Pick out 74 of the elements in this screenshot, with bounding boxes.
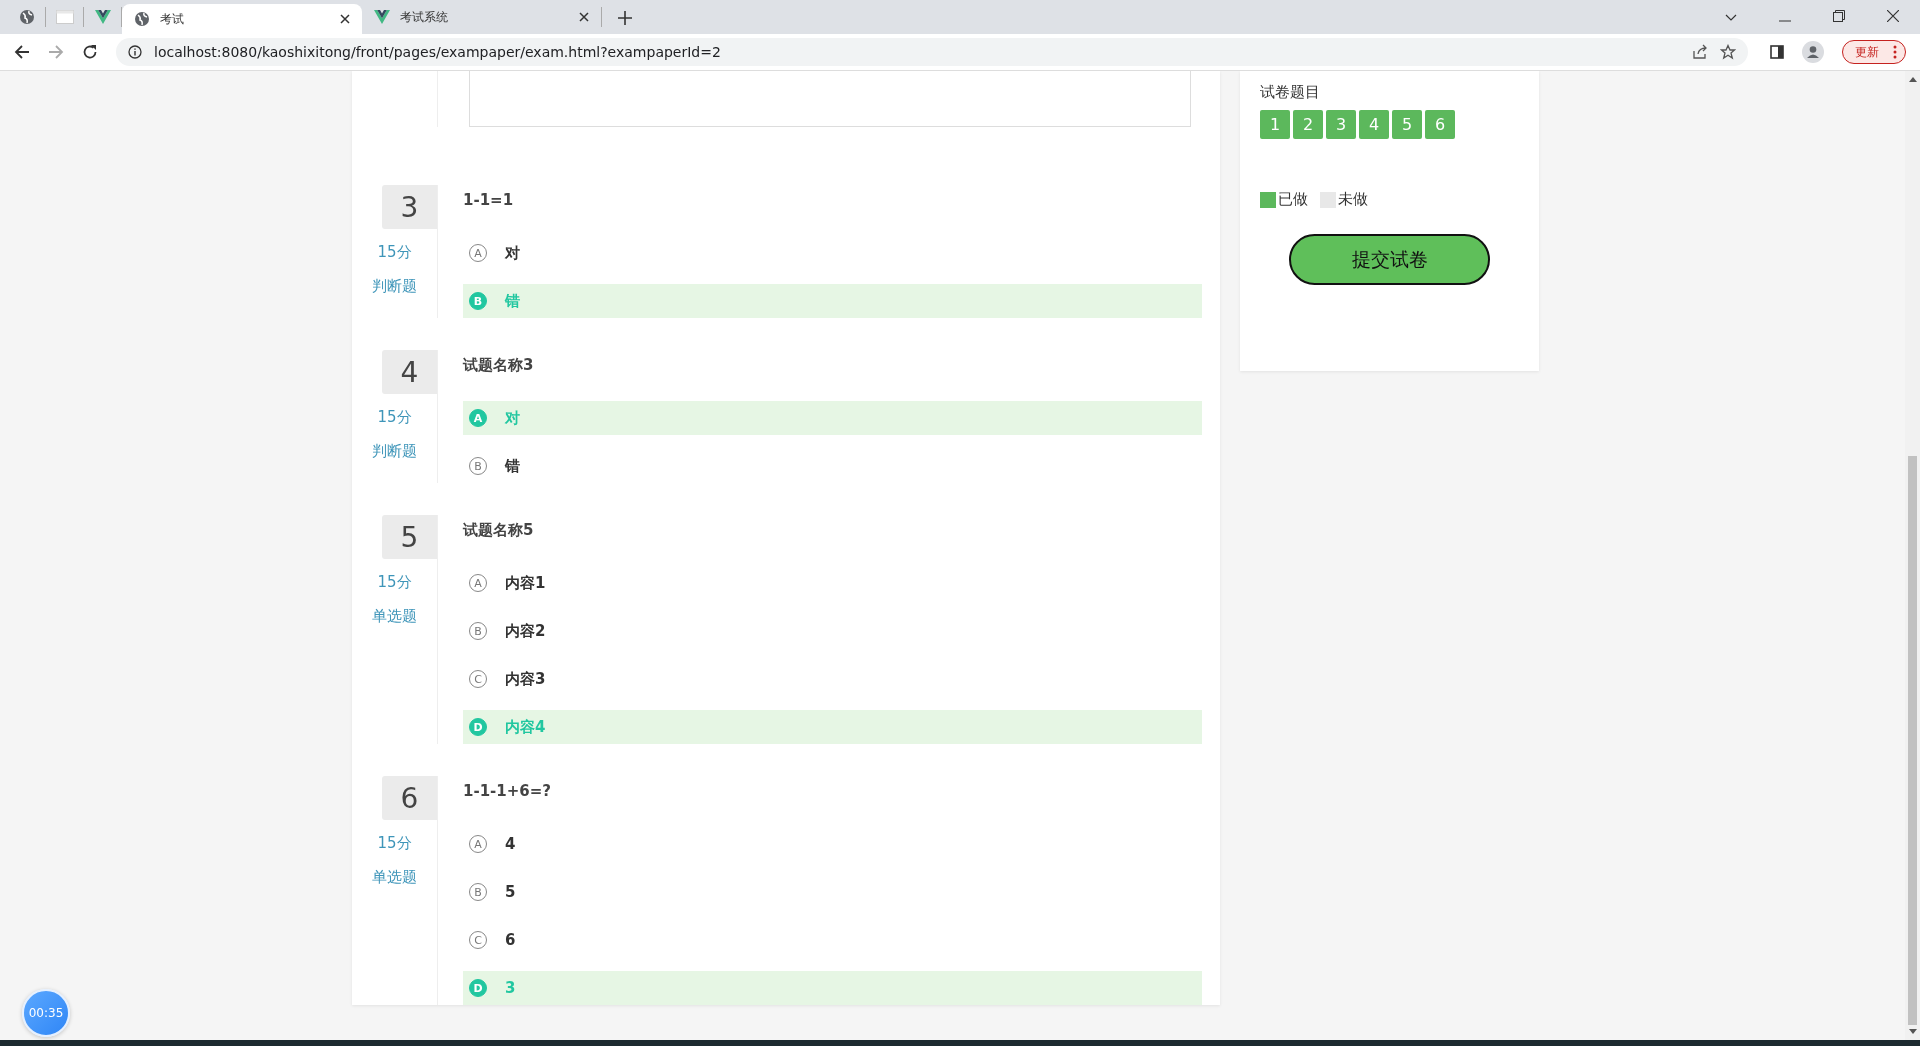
question-type: 单选题: [371, 607, 418, 626]
scrollbar[interactable]: [1905, 71, 1920, 1040]
legend-label: 未做: [1338, 190, 1368, 209]
option-letter: D: [469, 718, 487, 736]
question-title: 试题名称3: [463, 355, 535, 376]
close-icon[interactable]: [340, 14, 350, 24]
option-letter: B: [469, 292, 487, 310]
answer-option[interactable]: B 5: [463, 875, 1202, 909]
option-text: 内容1: [505, 573, 546, 593]
tab-title: 考试: [160, 10, 185, 28]
scroll-up-icon[interactable]: [1908, 77, 1917, 82]
update-button[interactable]: 更新: [1842, 40, 1906, 64]
back-icon[interactable]: [14, 44, 30, 60]
v-logo-icon: [374, 10, 390, 24]
info-icon[interactable]: [128, 45, 142, 59]
chevron-down-icon[interactable]: [1725, 14, 1737, 22]
url-text: localhost:8080/kaoshixitong/front/pages/exampaper/exam.html?exampaperId=2: [154, 44, 721, 60]
timer: 00:35: [22, 989, 70, 1037]
question-score: 15分: [376, 573, 413, 592]
question-number: 6: [382, 776, 437, 820]
option-text: 内容3: [505, 669, 546, 689]
question-type: 判断题: [371, 277, 418, 296]
question-title: 试题名称5: [463, 520, 535, 541]
reload-icon[interactable]: [82, 44, 98, 60]
option-text: 对: [505, 408, 520, 428]
new-tab-icon[interactable]: [618, 11, 632, 25]
option-text: 内容4: [505, 717, 546, 737]
answer-option[interactable]: C 内容3: [463, 662, 1202, 696]
profile-icon[interactable]: [1802, 41, 1824, 63]
option-text: 6: [505, 931, 516, 949]
question-number: 5: [382, 515, 437, 559]
browser-tab[interactable]: 考试: [122, 4, 362, 34]
submit-button[interactable]: 提交试卷: [1289, 234, 1490, 285]
globe-icon: [18, 9, 35, 25]
question-score: 15分: [376, 834, 413, 853]
answer-option[interactable]: B 内容2: [463, 614, 1202, 648]
v-logo-icon: [94, 10, 111, 24]
option-letter: A: [469, 409, 487, 427]
share-icon[interactable]: [1692, 44, 1708, 60]
answer-option[interactable]: A 4: [463, 827, 1202, 861]
more-icon: [1893, 45, 1897, 59]
side-panel-icon[interactable]: [1770, 45, 1784, 59]
browser-tab[interactable]: 考试系统: [362, 7, 602, 27]
sidebar-title: 试卷题目: [1260, 83, 1321, 102]
answer-option[interactable]: B 错: [463, 449, 1202, 483]
answer-option[interactable]: A 对: [463, 236, 1202, 270]
question-score: 15分: [376, 408, 413, 427]
restore-icon[interactable]: [1833, 10, 1845, 22]
scroll-down-icon[interactable]: [1908, 1029, 1917, 1034]
globe-icon: [134, 11, 150, 27]
question-title: 1-1-1+6=?: [463, 781, 553, 802]
option-text: 3: [505, 979, 516, 997]
option-text: 4: [505, 835, 516, 853]
legend-label: 已做: [1278, 190, 1308, 209]
question-title: 1-1=1: [463, 190, 515, 211]
close-icon[interactable]: [1887, 10, 1899, 22]
star-icon[interactable]: [1720, 44, 1736, 60]
address-bar[interactable]: localhost:8080/kaoshixitong/front/pages/exampaper/exam.html?exampaperId=2: [116, 38, 1748, 66]
question-type: 单选题: [371, 868, 418, 887]
option-text: 错: [505, 456, 520, 476]
answer-option[interactable]: A 内容1: [463, 566, 1202, 600]
tab-title: 考试系统: [400, 8, 449, 26]
option-text: 错: [505, 291, 520, 311]
option-text: 对: [505, 243, 520, 263]
question-score: 15分: [376, 243, 413, 262]
option-text: 5: [505, 883, 516, 901]
option-text: 内容2: [505, 621, 546, 641]
question-type: 判断题: [371, 442, 418, 461]
answer-option[interactable]: C 6: [463, 923, 1202, 957]
page-icon: [55, 10, 74, 24]
close-icon[interactable]: [579, 12, 589, 22]
option-letter: D: [469, 979, 487, 997]
question-number: 4: [382, 350, 437, 394]
question-number: 3: [382, 185, 437, 229]
